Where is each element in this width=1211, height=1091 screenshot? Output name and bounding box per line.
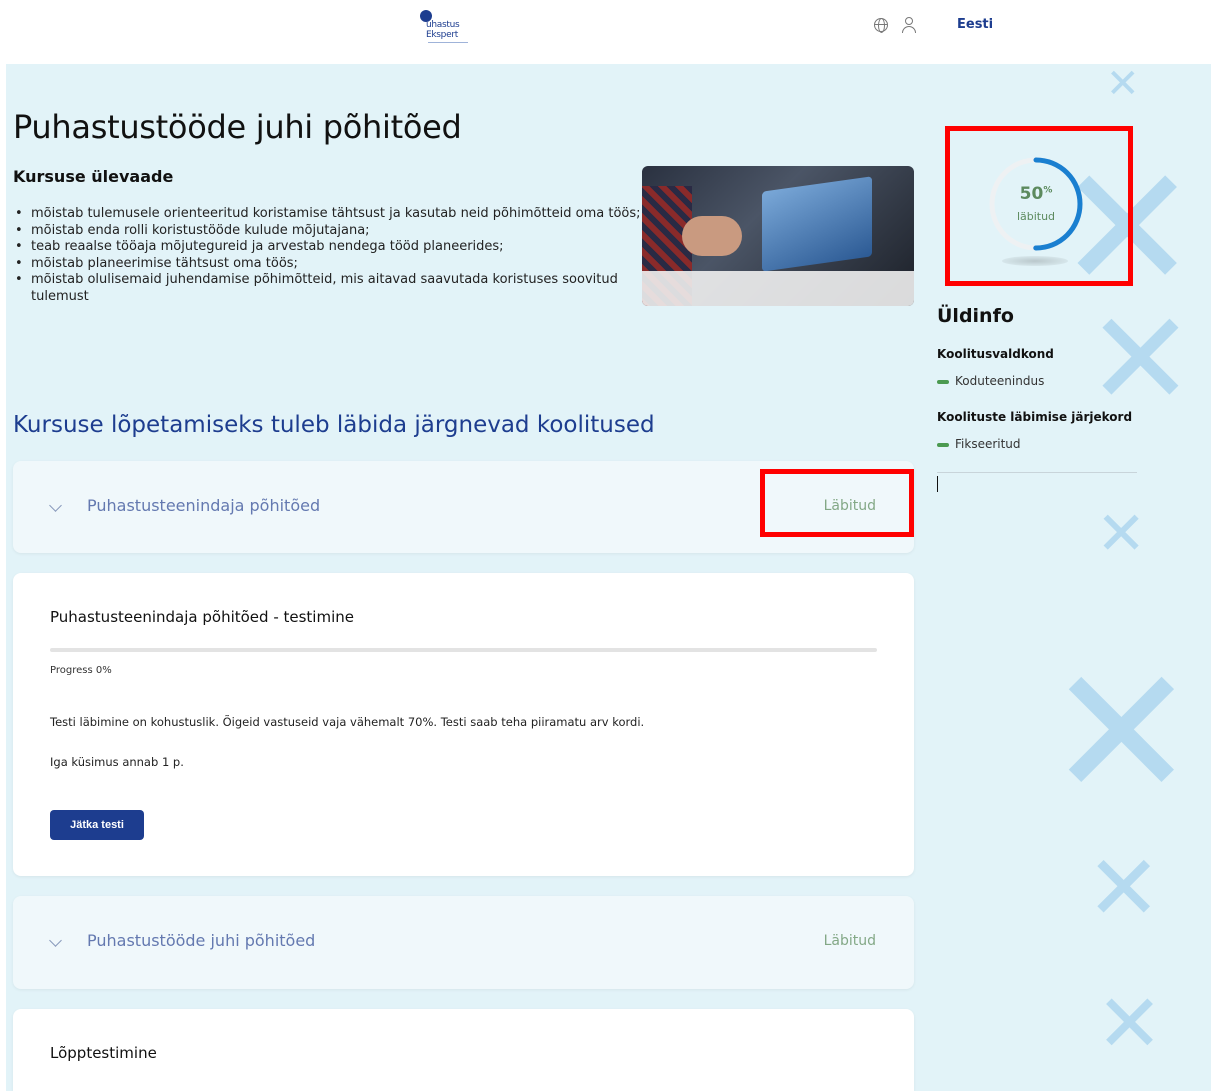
- sparkle-decoration: ✕: [1046, 629, 1197, 838]
- overview-heading: Kursuse ülevaade: [13, 167, 174, 186]
- progress-label: Progress 0%: [50, 665, 112, 676]
- order-value-text: Fikseeritud: [955, 437, 1021, 451]
- globe-icon[interactable]: [874, 18, 888, 33]
- brand-logo[interactable]: uhastus Ekspert: [414, 8, 474, 54]
- progress-bar: [50, 648, 877, 652]
- training-accordion[interactable]: Puhastustööde juhi põhitõed Läbitud: [13, 896, 914, 989]
- training-name: Puhastusteenindaja põhitõed: [87, 496, 321, 515]
- image-detail: [642, 271, 914, 306]
- order-value: Fikseeritud: [937, 437, 1021, 451]
- sparkle-decoration: ✕: [1086, 283, 1195, 435]
- info-heading: Üldinfo: [937, 305, 1014, 327]
- language-selector[interactable]: Eesti: [957, 17, 993, 32]
- image-detail: [682, 216, 742, 256]
- status-highlight-box: [760, 469, 914, 537]
- chevron-down-icon[interactable]: [49, 501, 61, 513]
- user-icon[interactable]: [902, 17, 916, 33]
- sparkle-decoration: ✕: [1096, 977, 1164, 1070]
- pill-icon: [937, 442, 949, 447]
- field-label: Koolitusvaldkond: [937, 347, 1054, 361]
- sparkle-decoration: ✕: [1106, 64, 1140, 107]
- user-icon-head: [905, 17, 913, 25]
- final-test-card: Lõpptestimine: [13, 1009, 914, 1091]
- text-cursor: [937, 476, 938, 492]
- image-detail: [762, 176, 872, 272]
- final-test-title: Lõpptestimine: [50, 1044, 157, 1062]
- top-bar: uhastus Ekspert Eesti: [0, 0, 1211, 64]
- info-divider: [937, 472, 1137, 473]
- test-points-note: Iga küsimus annab 1 p.: [50, 755, 184, 769]
- sparkle-decoration: ✕: [1086, 836, 1162, 941]
- trainings-heading: Kursuse lõpetamiseks tuleb läbida järgne…: [13, 412, 655, 438]
- overview-item: mõistab planeerimise tähtsust oma töös;: [13, 256, 643, 273]
- test-description: Testi läbimine on kohustuslik. Õigeid va…: [50, 715, 645, 729]
- completion-highlight-box: [945, 126, 1133, 286]
- logo-tagline-line: [428, 42, 468, 45]
- logo-text-line1: uhastus: [426, 20, 460, 30]
- page-title: Puhastustööde juhi põhitõed: [13, 108, 462, 146]
- overview-item: mõistab olulisemaid juhendamise põhimõtt…: [13, 272, 643, 305]
- test-card-title: Puhastusteenindaja põhitõed - testimine: [50, 608, 354, 626]
- user-icon-body: [902, 26, 916, 33]
- continue-test-button[interactable]: Jätka testi: [50, 810, 144, 840]
- overview-item: mõistab enda rolli koristustööde kulude …: [13, 223, 643, 240]
- logo-text-line2: Ekspert: [426, 30, 458, 40]
- overview-item: mõistab tulemusele orienteeritud korista…: [13, 206, 643, 223]
- field-value: Koduteenindus: [937, 374, 1044, 388]
- overview-list: mõistab tulemusele orienteeritud korista…: [13, 206, 643, 306]
- sparkle-decoration: ✕: [1096, 499, 1147, 569]
- order-label: Koolituste läbimise järjekord: [937, 410, 1133, 424]
- pill-icon: [937, 379, 949, 384]
- field-value-text: Koduteenindus: [955, 374, 1045, 388]
- overview-item: teab reaalse tööaja mõjutegureid ja arve…: [13, 239, 643, 256]
- test-card: Puhastusteenindaja põhitõed - testimine …: [13, 573, 914, 876]
- chevron-down-icon[interactable]: [49, 936, 61, 948]
- training-name: Puhastustööde juhi põhitõed: [87, 931, 316, 950]
- course-hero-image: [642, 166, 914, 306]
- training-status: Läbitud: [823, 933, 876, 949]
